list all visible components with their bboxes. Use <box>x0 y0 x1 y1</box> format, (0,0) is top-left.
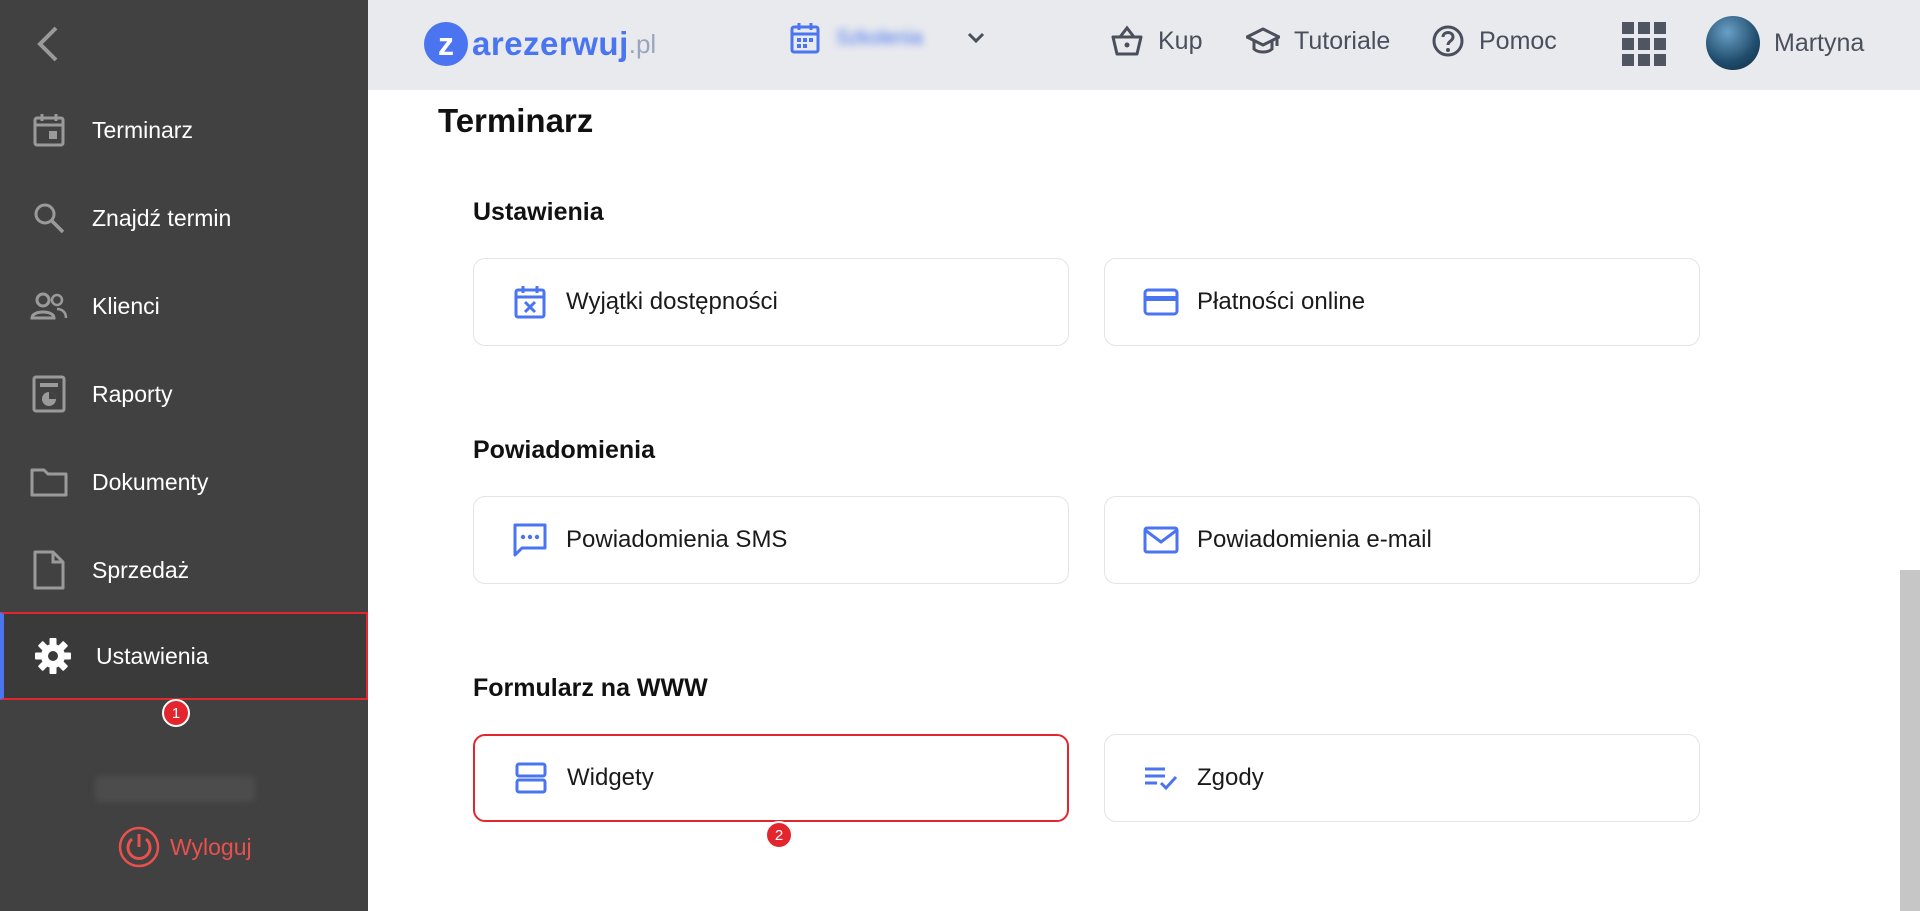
step-marker-1: 1 <box>162 699 190 727</box>
scrollbar[interactable] <box>1900 90 1920 911</box>
location-selector[interactable]: Szkolenia <box>790 22 986 54</box>
search-icon <box>30 199 68 237</box>
people-icon <box>30 287 68 325</box>
logo-tld: .pl <box>628 28 657 59</box>
card-wyjatki-dostepnosci[interactable]: Wyjątki dostępności <box>473 258 1069 346</box>
sidebar-item-label: Klienci <box>92 292 160 319</box>
sidebar: Terminarz Znajdź termin Klienci Raporty … <box>0 0 368 911</box>
help-label: Pomoc <box>1479 26 1557 55</box>
top-header: z arezerwuj .pl Szkolenia Kup Tutoriale … <box>368 0 1920 90</box>
help-icon <box>1432 25 1464 57</box>
back-button[interactable] <box>30 22 66 66</box>
sidebar-item-label: Terminarz <box>92 116 193 143</box>
avatar <box>1706 16 1760 70</box>
card-zgody[interactable]: Zgody <box>1104 734 1700 822</box>
card-platnosci-online[interactable]: Płatności online <box>1104 258 1700 346</box>
report-icon <box>30 375 68 413</box>
tutorials-link[interactable]: Tutoriale <box>1246 24 1390 58</box>
user-menu[interactable]: Martyna <box>1706 16 1864 70</box>
logout-button[interactable]: Wyloguj <box>118 826 252 868</box>
chevron-down-icon <box>967 32 985 44</box>
sidebar-item-dokumenty[interactable]: Dokumenty <box>0 438 368 526</box>
page-title: Terminarz <box>438 102 594 139</box>
logo-mark: z <box>424 22 468 66</box>
section-title-powiadomienia: Powiadomienia <box>473 436 655 464</box>
section-title-formularz: Formularz na WWW <box>473 674 708 702</box>
card-label: Wyjątki dostępności <box>566 288 778 315</box>
card-label: Powiadomienia e-mail <box>1197 526 1432 553</box>
user-name: Martyna <box>1774 28 1865 57</box>
widgets-icon <box>513 760 549 796</box>
sidebar-item-sprzedaz[interactable]: Sprzedaż <box>0 526 368 614</box>
sidebar-item-znajdz-termin[interactable]: Znajdź termin <box>0 174 368 262</box>
document-icon <box>30 550 68 590</box>
power-icon <box>118 826 160 868</box>
tutorials-label: Tutoriale <box>1294 26 1391 55</box>
apps-grid-icon[interactable] <box>1622 22 1666 66</box>
gear-icon <box>34 637 72 675</box>
mail-icon <box>1143 522 1179 558</box>
logout-label: Wyloguj <box>170 833 252 860</box>
logo[interactable]: z arezerwuj .pl <box>424 22 656 66</box>
sms-icon <box>512 522 548 558</box>
buy-label: Kup <box>1158 26 1203 55</box>
calendar-icon <box>30 111 68 149</box>
help-link[interactable]: Pomoc <box>1431 24 1557 58</box>
logo-word: arezerwuj <box>472 25 629 62</box>
checklist-icon <box>1143 760 1179 796</box>
chevron-left-icon <box>37 26 58 62</box>
card-powiadomienia-sms[interactable]: Powiadomienia SMS <box>473 496 1069 584</box>
credit-card-icon <box>1143 284 1179 320</box>
step-marker-2: 2 <box>765 821 793 849</box>
folder-icon <box>30 463 68 501</box>
card-label: Widgety <box>567 764 654 791</box>
card-label: Zgody <box>1197 764 1264 791</box>
sidebar-item-klienci[interactable]: Klienci <box>0 262 368 350</box>
blurred-info <box>95 776 255 802</box>
section-title-ustawienia: Ustawienia <box>473 198 604 226</box>
card-label: Płatności online <box>1197 288 1366 315</box>
sidebar-item-label: Raporty <box>92 380 173 407</box>
graduation-cap-icon <box>1246 27 1280 54</box>
card-widgety[interactable]: Widgety <box>473 734 1069 822</box>
location-name: Szkolenia <box>836 26 923 49</box>
basket-icon <box>1111 25 1143 56</box>
sidebar-item-label: Ustawienia <box>96 642 209 669</box>
sidebar-item-label: Sprzedaż <box>92 556 190 583</box>
card-label: Powiadomienia SMS <box>566 526 788 553</box>
card-powiadomienia-email[interactable]: Powiadomienia e-mail <box>1104 496 1700 584</box>
calendar-cancel-icon <box>512 284 548 320</box>
main-content: Terminarz Ustawienia Wyjątki dostępności… <box>368 90 1900 911</box>
sidebar-item-terminarz[interactable]: Terminarz <box>0 86 368 174</box>
sidebar-item-raporty[interactable]: Raporty <box>0 350 368 438</box>
sidebar-item-label: Znajdź termin <box>92 204 232 231</box>
buy-link[interactable]: Kup <box>1110 24 1202 58</box>
scrollbar-thumb[interactable] <box>1900 570 1920 911</box>
sidebar-item-label: Dokumenty <box>92 468 209 495</box>
calendar-icon <box>790 23 820 54</box>
sidebar-item-ustawienia[interactable]: Ustawienia <box>0 612 368 700</box>
